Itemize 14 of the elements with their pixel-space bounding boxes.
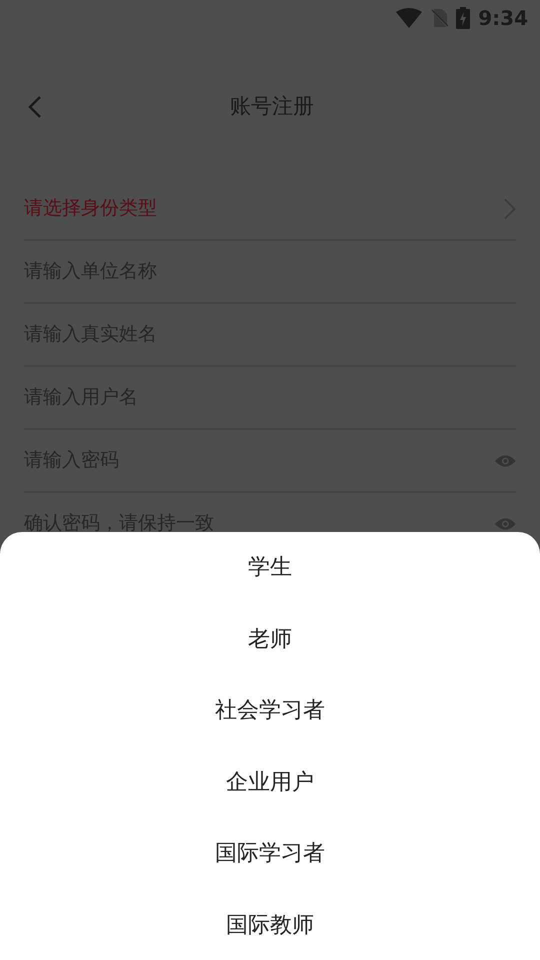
sheet-option[interactable]: 学生 [0, 532, 540, 604]
sheet-option[interactable]: 国际教师 [0, 890, 540, 960]
back-icon [28, 95, 42, 119]
no-sim-icon [430, 8, 448, 28]
eye-icon [495, 454, 516, 468]
sheet-option[interactable]: 国际学习者 [0, 818, 540, 890]
sheet-option[interactable]: 企业用户 [0, 746, 540, 818]
wifi-icon [396, 8, 422, 28]
identity-type-select[interactable]: 请选择身份类型 [24, 194, 496, 223]
battery-charging-icon [456, 7, 470, 29]
sheet-option[interactable]: 老师 [0, 604, 540, 675]
back-button[interactable] [28, 95, 42, 119]
sheet-option[interactable]: 社会学习者 [0, 675, 540, 746]
eye-icon [495, 516, 516, 530]
